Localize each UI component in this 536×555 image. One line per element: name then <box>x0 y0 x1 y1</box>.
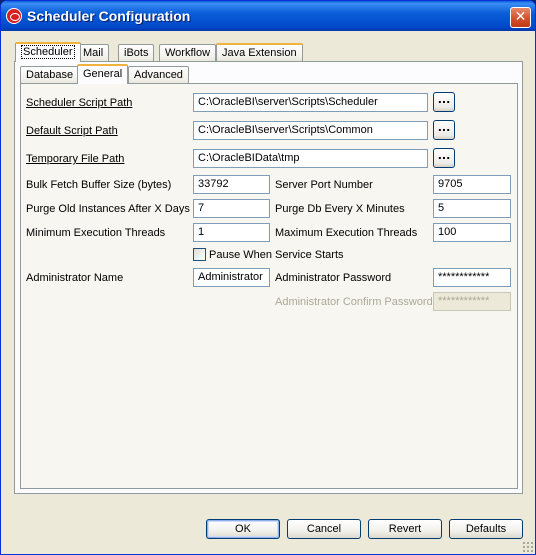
purge-db-label: Purge Db Every X Minutes <box>275 203 405 215</box>
tab-workflow-label: Workflow <box>165 47 211 59</box>
default-script-browse-button[interactable]: ... <box>433 120 455 140</box>
server-port-input[interactable]: 9705 <box>433 175 511 194</box>
tab-general[interactable]: General <box>77 64 129 84</box>
minimum-threads-input[interactable]: 1 <box>193 223 270 242</box>
temporary-file-path-label: Temporary File Path <box>26 153 125 165</box>
scheduler-script-browse-button[interactable]: ... <box>433 92 455 112</box>
bulk-fetch-buffer-label: Bulk Fetch Buffer Size (bytes) <box>26 179 172 191</box>
purge-old-instances-label: Purge Old Instances After X Days <box>26 203 190 215</box>
administrator-password-input[interactable]: ************ <box>433 268 511 287</box>
purge-old-instances-input[interactable]: 7 <box>193 199 270 218</box>
tab-general-label: General <box>83 68 123 80</box>
administrator-name-input[interactable]: Administrator <box>193 268 270 287</box>
tab-scheduler-label: Scheduler <box>21 45 75 59</box>
default-script-path-input[interactable]: C:\OracleBI\server\Scripts\Common <box>193 121 428 140</box>
pause-when-service-starts-label[interactable]: Pause When Service Starts <box>209 248 344 262</box>
administrator-confirm-password-label: Administrator Confirm Password <box>275 296 433 308</box>
scheduler-script-path-input[interactable]: C:\OracleBI\server\Scripts\Scheduler <box>193 93 428 112</box>
maximum-threads-label: Maximum Execution Threads <box>275 227 418 239</box>
bulk-fetch-buffer-input[interactable]: 33792 <box>193 175 270 194</box>
temporary-file-browse-button[interactable]: ... <box>433 148 455 168</box>
scheduler-configuration-window: Scheduler Configuration ✕ Scheduler Mail… <box>0 0 536 555</box>
administrator-name-label: Administrator Name <box>26 272 124 284</box>
administrator-password-label: Administrator Password <box>275 272 392 284</box>
pause-when-service-starts-checkbox[interactable] <box>193 248 206 261</box>
window-title: Scheduler Configuration <box>27 8 191 24</box>
cancel-button[interactable]: Cancel <box>287 519 361 539</box>
administrator-confirm-password-input: ************ <box>433 292 511 311</box>
scheduler-script-path-label: Scheduler Script Path <box>26 97 133 109</box>
tab-scheduler[interactable]: Scheduler <box>15 42 81 62</box>
minimum-threads-label: Minimum Execution Threads <box>26 227 166 239</box>
close-button[interactable]: ✕ <box>510 7 531 28</box>
tab-database-label: Database <box>26 69 74 81</box>
purge-db-input[interactable]: 5 <box>433 199 511 218</box>
tab-advanced-label: Advanced <box>134 69 183 81</box>
maximum-threads-input[interactable]: 100 <box>433 223 511 242</box>
tab-java-extension[interactable]: Java Extension <box>216 43 303 62</box>
tab-mail-label: Mail <box>83 47 104 59</box>
revert-button[interactable]: Revert <box>368 519 442 539</box>
title-bar[interactable]: Scheduler Configuration ✕ <box>1 1 535 31</box>
tab-ibots-label: iBots <box>124 47 149 59</box>
resize-grip-icon[interactable] <box>522 541 533 552</box>
oracle-app-icon <box>6 8 22 24</box>
server-port-label: Server Port Number <box>275 179 373 191</box>
defaults-button[interactable]: Defaults <box>449 519 523 539</box>
default-script-path-label: Default Script Path <box>26 125 118 137</box>
temporary-file-path-input[interactable]: C:\OracleBIData\tmp <box>193 149 428 168</box>
tab-java-extension-label: Java Extension <box>222 47 297 59</box>
ok-button[interactable]: OK <box>206 519 280 539</box>
